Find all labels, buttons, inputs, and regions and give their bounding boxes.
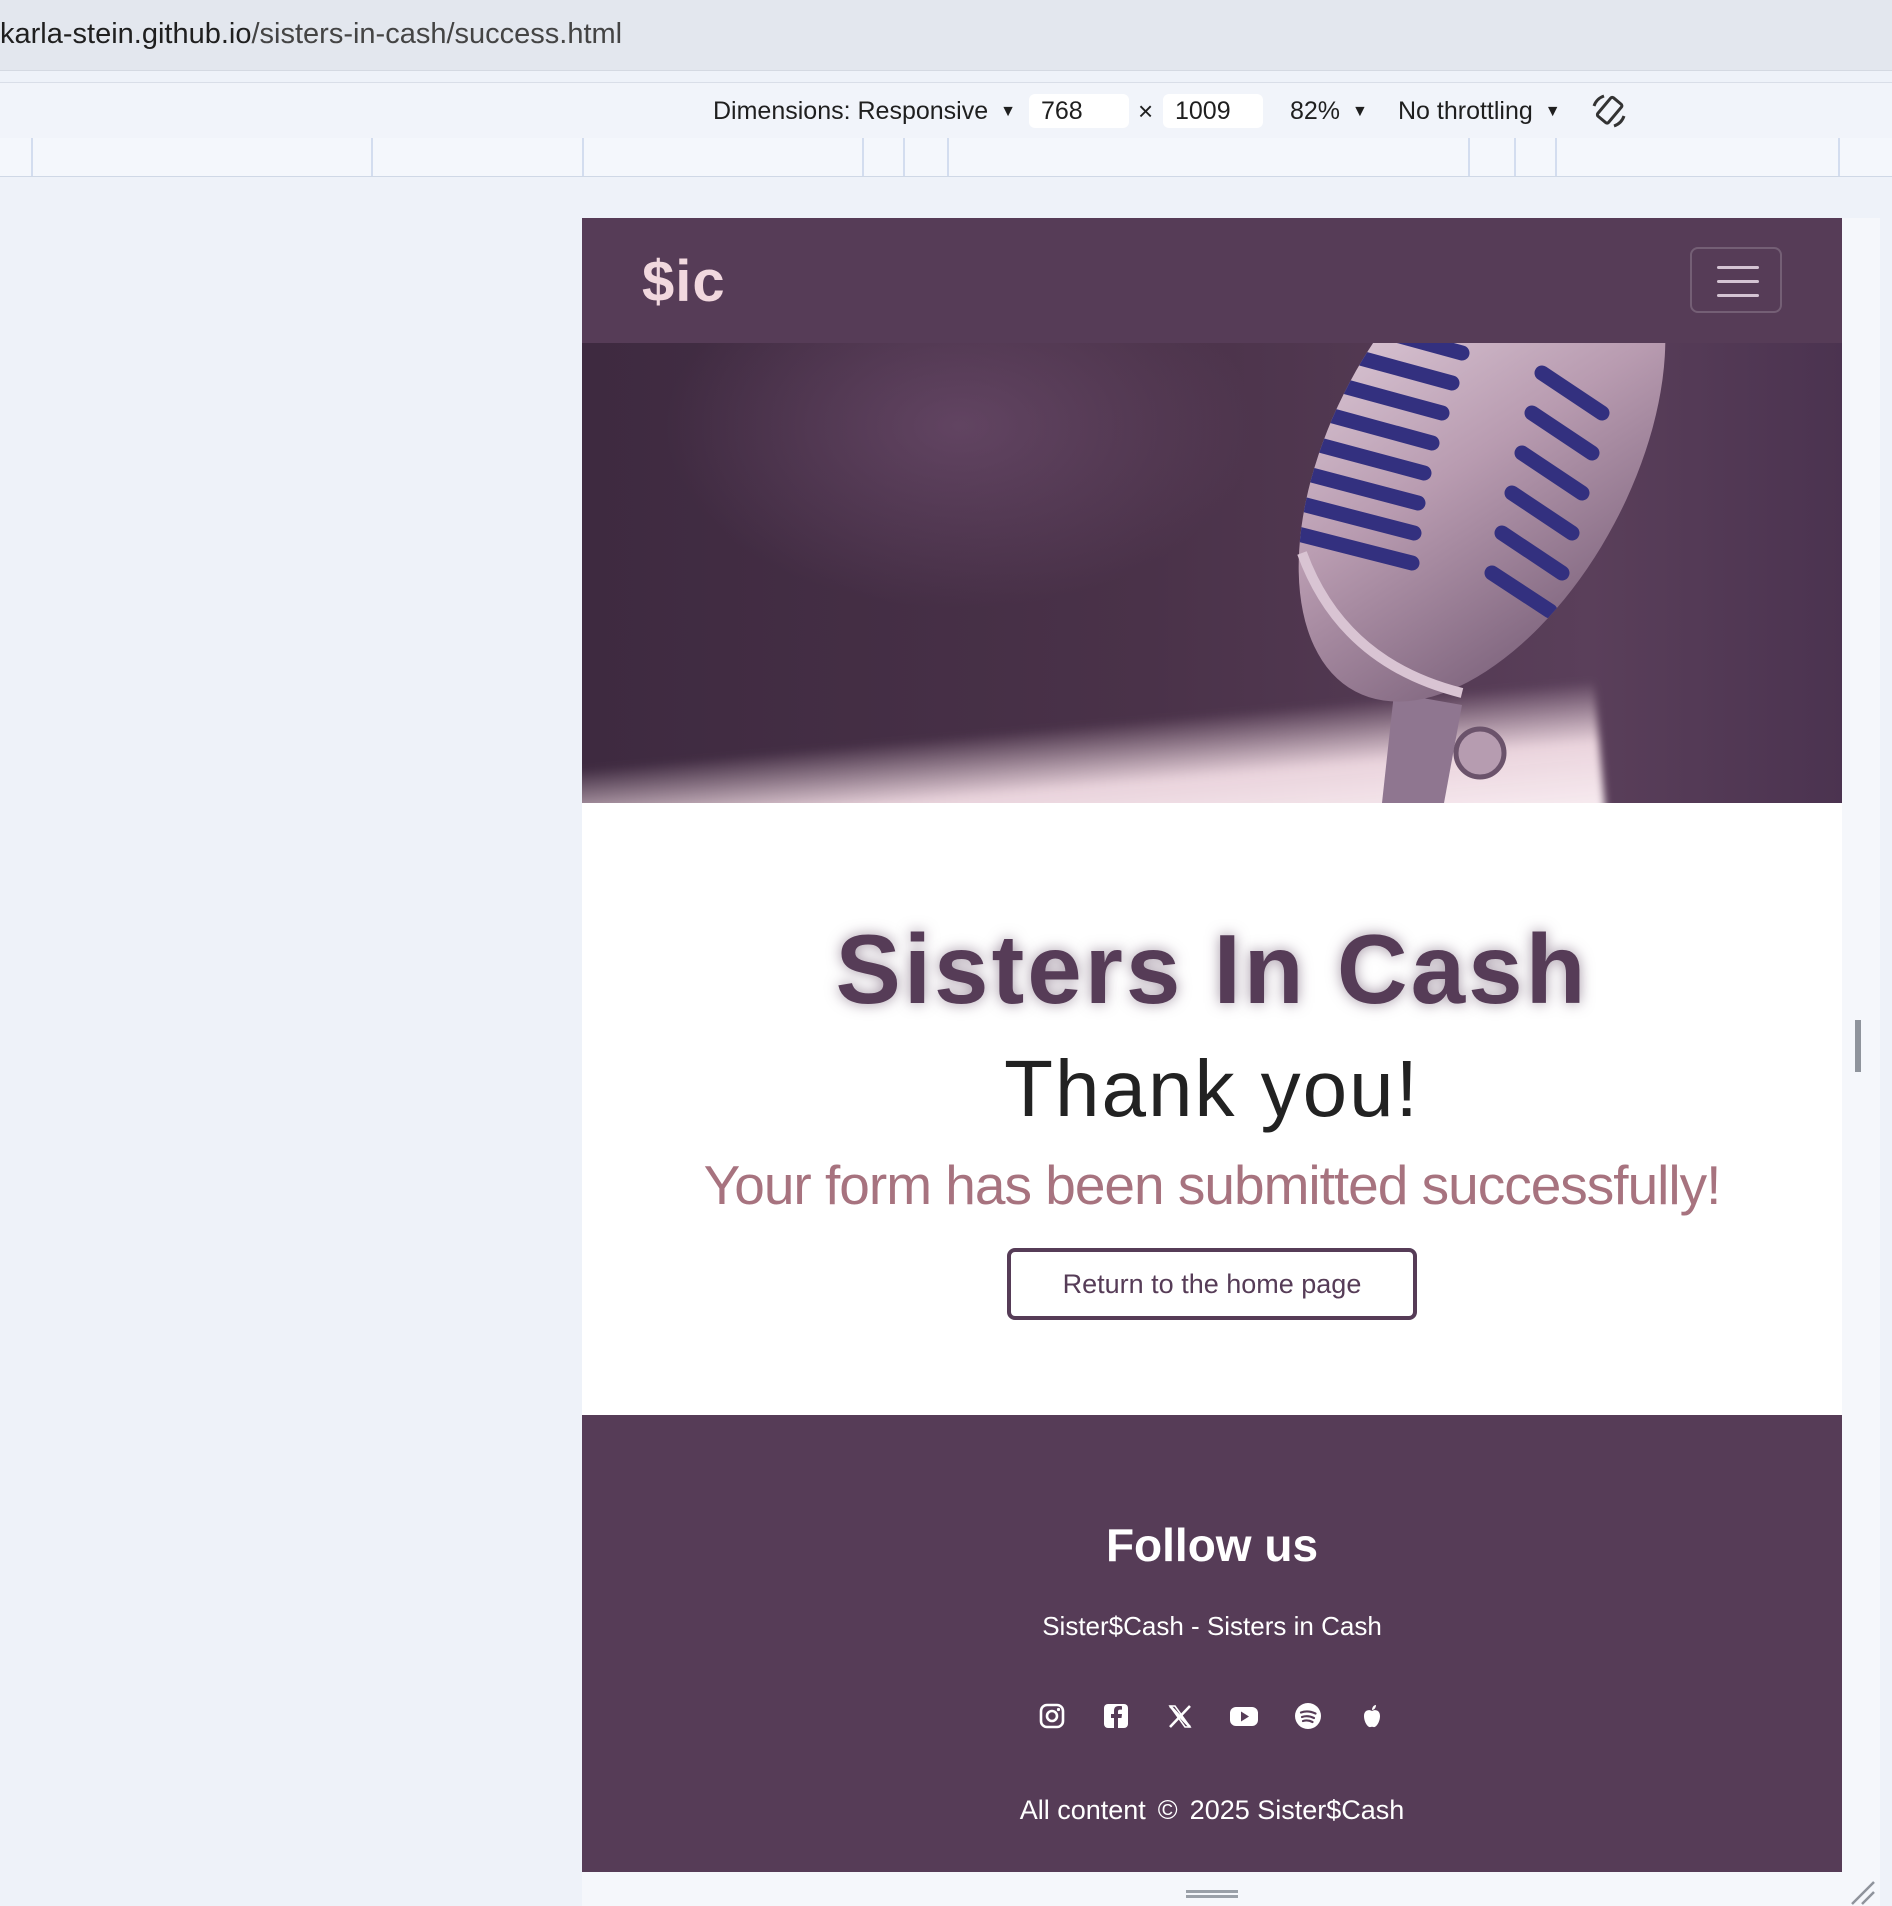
dimensions-label: Dimensions: Responsive (713, 97, 989, 125)
ruler-tick (1468, 138, 1470, 176)
url-text[interactable]: karla-stein.github.io/sisters-in-cash/su… (0, 18, 622, 51)
ruler-tick (1555, 138, 1557, 176)
chevron-down-icon: ▼ (1544, 103, 1561, 121)
resize-height-handle[interactable] (1186, 1890, 1238, 1898)
resize-width-handle[interactable] (1855, 1020, 1861, 1072)
ruler-tick (862, 138, 864, 176)
media-query-bar[interactable] (0, 138, 1892, 177)
hamburger-icon (1717, 266, 1759, 269)
ruler-tick (1514, 138, 1516, 176)
copyright-prefix: All content (1019, 1795, 1146, 1825)
success-section: Sisters In Cash Thank you! Your form has… (582, 803, 1842, 1415)
footer-tagline: Sister$Cash - Sisters in Cash (1042, 1611, 1382, 1641)
brand-logo[interactable]: $ic (642, 248, 726, 315)
apple-icon[interactable] (1357, 1701, 1387, 1731)
copyright-icon: © (1157, 1795, 1178, 1825)
device-toolbar: Dimensions: Responsive ▼ 768 × 1009 82% ▼ … (0, 82, 1892, 140)
ruler-tick (1838, 138, 1840, 176)
emulated-viewport: $ic Sisters In Cash Thank you! Your form… (582, 218, 1842, 1906)
thank-you-heading: Thank you! (1004, 1044, 1420, 1133)
follow-us-heading: Follow us (1105, 1519, 1319, 1571)
ruler-tick (582, 138, 584, 176)
youtube-icon[interactable] (1229, 1701, 1259, 1731)
rotate-icon[interactable] (1590, 92, 1628, 130)
success-message: Your form has been submitted successfull… (703, 1154, 1722, 1216)
copyright-line: All content © 2025 Sister$Cash (582, 1795, 1842, 1826)
throttling-value: No throttling (1398, 97, 1533, 125)
hamburger-icon (1717, 294, 1759, 297)
instagram-icon[interactable] (1037, 1701, 1067, 1731)
site-navbar: $ic (582, 218, 1842, 343)
ruler-tick (903, 138, 905, 176)
zoom-dropdown[interactable]: 82% ▼ (1290, 83, 1368, 139)
browser-url-bar[interactable]: karla-stein.github.io/sisters-in-cash/su… (0, 0, 1892, 71)
ruler-tick (371, 138, 373, 176)
site-title: Sisters In Cash (835, 914, 1589, 1024)
height-input[interactable]: 1009 (1163, 94, 1263, 128)
facebook-icon[interactable] (1101, 1701, 1131, 1731)
ruler-tick (947, 138, 949, 176)
ruler-tick (31, 138, 33, 176)
throttling-dropdown[interactable]: No throttling ▼ (1398, 83, 1561, 139)
chevron-down-icon: ▼ (1352, 103, 1368, 121)
resize-corner-icon[interactable] (1846, 1876, 1876, 1906)
social-links (582, 1701, 1842, 1731)
return-home-button[interactable]: Return to the home page (1007, 1248, 1417, 1320)
site-footer: Follow us Sister$Cash - Sisters in Cash (582, 1415, 1842, 1872)
dimensions-dropdown[interactable]: Dimensions: Responsive ▼ (713, 83, 1016, 139)
navbar-toggle-button[interactable] (1690, 247, 1782, 313)
url-path: /sisters-in-cash/success.html (251, 18, 623, 50)
hamburger-icon (1717, 280, 1759, 283)
spotify-icon[interactable] (1293, 1701, 1323, 1731)
viewport-bottom-area (582, 1872, 1842, 1906)
chevron-down-icon: ▼ (1000, 103, 1016, 121)
viewport-side-gutter (1842, 218, 1880, 1906)
dimensions-separator: × (1138, 96, 1154, 126)
hero-image (582, 343, 1842, 803)
zoom-value: 82% (1290, 97, 1341, 125)
copyright-suffix: 2025 Sister$Cash (1189, 1795, 1405, 1825)
x-icon[interactable] (1165, 1701, 1195, 1731)
microphone-illustration (1286, 343, 1666, 803)
url-host: karla-stein.github.io (0, 18, 252, 50)
width-input[interactable]: 768 (1029, 94, 1129, 128)
